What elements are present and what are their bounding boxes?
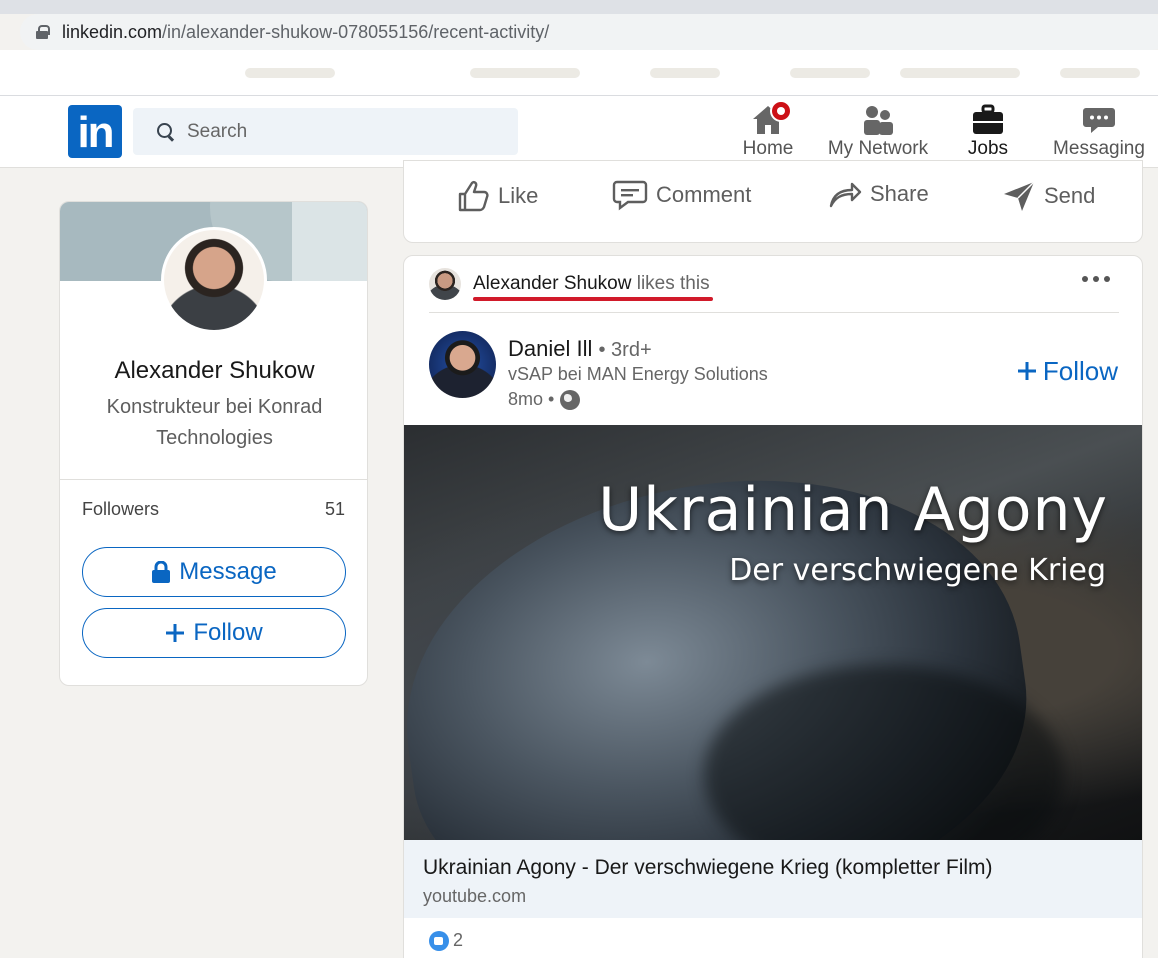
nav-jobs[interactable]: Jobs xyxy=(962,96,1014,184)
share-button[interactable]: Share xyxy=(828,179,929,209)
feed-post: Alexander Shukow likes this Daniel Ill •… xyxy=(403,255,1143,958)
profile-name[interactable]: Alexander Shukow xyxy=(60,357,367,385)
media-subtitle: Der verschwiegene Krieg xyxy=(729,553,1106,588)
like-reaction-icon xyxy=(429,930,449,951)
divider xyxy=(60,479,367,480)
followers-label: Followers xyxy=(82,499,160,519)
network-icon xyxy=(864,106,893,135)
media-title: Ukrainian Agony xyxy=(598,475,1108,545)
url-text: linkedin.com/in/alexander-shukow-0780551… xyxy=(62,21,550,42)
chat-icon xyxy=(1083,108,1115,133)
address-bar[interactable]: linkedin.com/in/alexander-shukow-0780551… xyxy=(20,14,1158,50)
linkedin-logo[interactable]: in xyxy=(68,105,122,158)
comment-button[interactable]: Comment xyxy=(612,179,751,211)
browser-tab-strip xyxy=(0,0,1158,14)
profile-avatar[interactable] xyxy=(161,227,267,333)
author-name-line: Daniel Ill • 3rd+ xyxy=(508,336,652,362)
profile-card: Alexander Shukow Konstrukteur bei Konrad… xyxy=(59,201,368,686)
follow-button[interactable]: Follow xyxy=(82,608,346,658)
like-label: Like xyxy=(498,183,539,208)
post-time: 8mo • xyxy=(508,389,581,410)
search-icon xyxy=(157,122,175,141)
nav-home[interactable]: Home xyxy=(738,96,798,168)
plus-icon xyxy=(166,624,185,642)
message-button-label: Message xyxy=(179,558,277,585)
reactions-summary[interactable]: 2 xyxy=(429,930,463,951)
connection-degree: • 3rd+ xyxy=(598,339,652,361)
lock-icon xyxy=(36,25,50,39)
share-icon xyxy=(829,182,862,208)
notification-badge xyxy=(770,100,792,122)
video-thumbnail[interactable]: Ukrainian Agony Der verschwiegene Krieg xyxy=(404,425,1142,840)
author-avatar[interactable] xyxy=(429,331,496,398)
comment-label: Comment xyxy=(656,182,752,207)
send-button[interactable]: Send xyxy=(1002,179,1095,213)
reaction-count: 2 xyxy=(453,930,464,950)
author-name[interactable]: Daniel Ill xyxy=(508,336,592,361)
nav-jobs-label: Jobs xyxy=(967,138,1009,159)
annotation-underline xyxy=(473,297,713,301)
link-domain: youtube.com xyxy=(423,886,527,906)
search-input[interactable] xyxy=(187,120,487,143)
profile-headline: Konstrukteur bei Konrad Technologies xyxy=(106,396,323,449)
post-time-text: 8mo • xyxy=(508,389,555,409)
divider xyxy=(429,312,1119,313)
follow-button-label: Follow xyxy=(193,619,263,646)
link-title: Ukrainian Agony - Der verschwiegene Krie… xyxy=(423,856,993,879)
thumbs-up-icon xyxy=(458,181,489,212)
nav-my-network[interactable]: My Network xyxy=(824,96,932,168)
nav-home-label: Home xyxy=(742,138,794,159)
like-button[interactable]: Like xyxy=(456,179,538,213)
liker-line: Alexander Shukow likes this xyxy=(473,273,710,295)
send-label: Send xyxy=(1044,183,1096,208)
liker-name[interactable]: Alexander Shukow xyxy=(473,273,631,294)
link-preview[interactable]: Ukrainian Agony - Der verschwiegene Krie… xyxy=(404,840,1142,918)
nav-messaging[interactable]: Messaging xyxy=(1052,96,1146,168)
send-icon xyxy=(1004,181,1035,211)
follow-author-label: Follow xyxy=(1042,356,1118,386)
followers-count: 51 xyxy=(324,499,345,519)
briefcase-icon xyxy=(973,104,1003,134)
plus-icon xyxy=(1017,362,1036,380)
liker-avatar[interactable] xyxy=(429,268,461,300)
post-actions-bar: Like Comment Share Send xyxy=(403,160,1143,243)
globe-icon xyxy=(560,389,581,410)
follow-author-button[interactable]: Follow xyxy=(1017,356,1118,387)
share-label: Share xyxy=(870,181,929,206)
nav-messaging-label: Messaging xyxy=(1053,138,1145,159)
linkedin-navbar: in Home My Network Jobs xyxy=(0,96,1158,184)
comment-icon xyxy=(612,180,648,211)
bookmarks-bar xyxy=(0,50,1158,96)
search-box[interactable] xyxy=(133,108,518,155)
nav-my-network-label: My Network xyxy=(827,138,929,159)
lock-icon xyxy=(152,561,171,583)
liker-suffix: likes this xyxy=(636,273,710,294)
message-button[interactable]: Message xyxy=(82,547,346,597)
author-headline: vSAP bei MAN Energy Solutions xyxy=(508,364,768,384)
more-options-icon[interactable] xyxy=(1082,276,1110,282)
